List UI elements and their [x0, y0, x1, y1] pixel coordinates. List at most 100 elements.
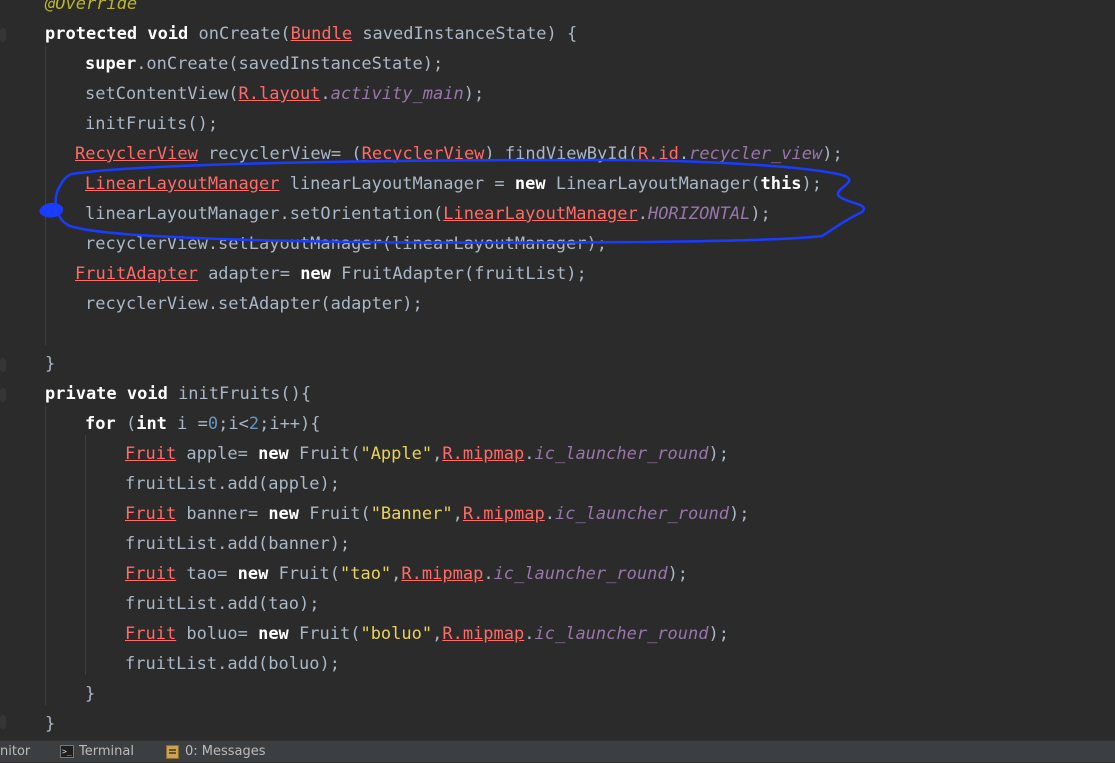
code-token: RecyclerView: [361, 144, 485, 164]
code-token: new: [237, 564, 279, 584]
code-line[interactable]: fruitList.add(tao);: [125, 589, 319, 619]
code-token: .: [544, 504, 555, 524]
terminal-tab[interactable]: >_ Terminal: [60, 741, 134, 762]
code-line[interactable]: fruitList.add(boluo);: [125, 649, 340, 679]
code-token: .: [678, 144, 690, 164]
code-line[interactable]: private void initFruits(){: [45, 379, 311, 409]
code-token: activity_main: [330, 84, 464, 104]
code-token: linearLayoutManager =: [279, 174, 515, 194]
code-token: );: [667, 564, 689, 584]
code-token: recyclerView.setAdapter(adapter);: [85, 294, 423, 314]
code-token: for: [85, 414, 126, 434]
code-token: savedInstanceState) {: [352, 24, 578, 44]
code-token: ,: [432, 624, 443, 644]
code-token: FruitAdapter: [75, 264, 198, 284]
code-token: fruitList.add(tao);: [125, 594, 320, 614]
code-token: i =: [177, 414, 208, 434]
code-line[interactable]: Fruit apple= new Fruit("Apple",R.mipmap.…: [125, 439, 729, 469]
code-token: Fruit(: [278, 564, 340, 584]
code-token: banner=: [176, 504, 269, 524]
code-token: onCreate(: [198, 24, 291, 44]
code-token: "Apple": [360, 444, 433, 464]
code-line[interactable]: Fruit boluo= new Fruit("boluo",R.mipmap.…: [125, 619, 729, 649]
code-token: fruitList.add(boluo);: [125, 654, 340, 674]
code-token: ic_launcher_round: [493, 564, 668, 584]
code-token: ;i<: [218, 414, 249, 434]
code-token: RecyclerView: [75, 144, 198, 164]
code-token: "boluo": [360, 624, 433, 644]
code-token: Fruit: [125, 504, 177, 524]
status-bar: nitor >_ Terminal 0: Messages: [0, 740, 1115, 762]
code-token: .: [637, 204, 648, 224]
code-token: ,: [432, 444, 443, 464]
code-token: .: [524, 624, 535, 644]
code-line[interactable]: recyclerView.setAdapter(adapter);: [85, 289, 423, 319]
code-token: @Override: [45, 0, 138, 14]
code-line[interactable]: }: [85, 679, 95, 709]
code-token: }: [45, 354, 56, 374]
code-token: super: [85, 54, 137, 74]
code-token: new: [300, 264, 342, 284]
fold-marker[interactable]: [0, 715, 6, 729]
code-line[interactable]: fruitList.add(banner);: [125, 529, 350, 559]
code-token: FruitAdapter(fruitList);: [341, 264, 587, 284]
code-line[interactable]: Fruit banner= new Fruit("Banner",R.mipma…: [125, 499, 749, 529]
terminal-tab-label: Terminal: [79, 743, 134, 759]
code-line[interactable]: super.onCreate(savedInstanceState);: [85, 49, 443, 79]
code-token: adapter=: [197, 264, 301, 284]
code-line[interactable]: }: [45, 709, 55, 739]
code-line[interactable]: for (int i =0;i<2;i++){: [85, 409, 321, 439]
code-token: fruitList.add(apple);: [125, 474, 340, 494]
code-token: ;i++){: [259, 414, 321, 434]
code-token: );: [728, 504, 750, 524]
code-token: "tao": [339, 564, 392, 584]
code-line[interactable]: FruitAdapter adapter= new FruitAdapter(f…: [75, 259, 587, 289]
code-line[interactable]: }: [45, 349, 55, 379]
monitor-tab[interactable]: nitor: [0, 741, 30, 762]
terminal-icon: >_: [60, 745, 74, 758]
code-token: int: [136, 414, 178, 434]
code-line[interactable]: initFruits();: [85, 109, 218, 139]
code-token: private void: [45, 384, 179, 404]
code-token: fruitList.add(banner);: [125, 534, 351, 554]
code-token: R.id: [637, 144, 679, 164]
code-token: ic_launcher_round: [534, 624, 709, 644]
code-token: new: [258, 624, 300, 644]
code-token: new: [514, 174, 556, 194]
code-token: ,: [391, 564, 402, 584]
code-token: );: [708, 444, 729, 464]
code-token: ,: [452, 504, 463, 524]
code-token: Fruit: [125, 444, 177, 464]
code-line[interactable]: setContentView(R.layout.activity_main);: [85, 79, 484, 109]
code-editor[interactable]: @Override protected void onCreate(Bundle …: [0, 0, 1115, 740]
code-token: recyclerView= (: [197, 144, 362, 164]
fold-marker[interactable]: [0, 388, 6, 402]
code-token: protected void: [45, 24, 199, 44]
code-token: Fruit: [125, 624, 177, 644]
code-token: R.mipmap: [462, 504, 545, 524]
messages-tab[interactable]: 0: Messages: [166, 741, 266, 762]
code-line[interactable]: protected void onCreate(Bundle savedInst…: [45, 19, 577, 49]
code-token: );: [822, 144, 843, 164]
code-token: LinearLayoutManager: [85, 174, 280, 194]
code-line[interactable]: LinearLayoutManager linearLayoutManager …: [85, 169, 822, 199]
code-line[interactable]: RecyclerView recyclerView= (RecyclerView…: [75, 139, 843, 169]
code-token: new: [258, 444, 300, 464]
code-token: recyclerView.setLayoutManager(linearLayo…: [85, 234, 607, 254]
fold-marker[interactable]: [0, 28, 6, 42]
code-token: Bundle: [290, 24, 353, 44]
code-token: linearLayoutManager.setOrientation(: [85, 204, 444, 224]
code-token: );: [750, 204, 771, 224]
code-token: initFruits();: [85, 114, 219, 134]
code-line[interactable]: Fruit tao= new Fruit("tao",R.mipmap.ic_l…: [125, 559, 688, 589]
code-token: R.layout: [238, 84, 321, 104]
code-token: );: [801, 174, 822, 194]
code-line[interactable]: linearLayoutManager.setOrientation(Linea…: [85, 199, 771, 229]
code-line[interactable]: @Override: [45, 0, 137, 19]
code-token: ) findViewById(: [484, 144, 638, 164]
code-token: setContentView(: [85, 84, 239, 104]
code-token: recycler_view: [689, 144, 823, 164]
code-line[interactable]: fruitList.add(apple);: [125, 469, 340, 499]
fold-marker[interactable]: [0, 358, 6, 372]
code-line[interactable]: recyclerView.setLayoutManager(linearLayo…: [85, 229, 607, 259]
